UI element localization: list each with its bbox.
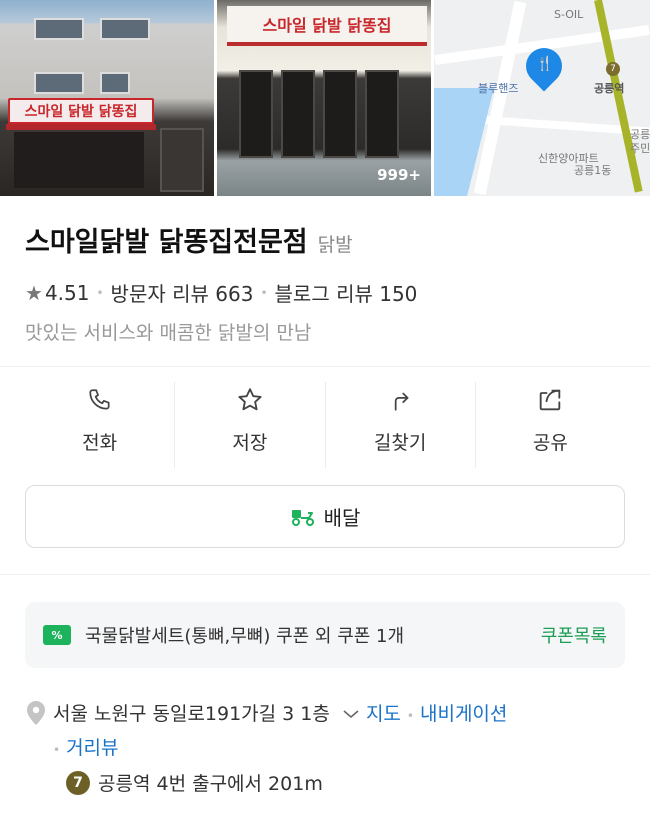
- line-7-badge: 7: [606, 62, 620, 76]
- star-rating-icon: ★: [25, 280, 43, 305]
- map-link[interactable]: 지도: [366, 703, 401, 725]
- visitor-reviews-link[interactable]: 방문자 리뷰 663: [111, 278, 254, 307]
- share-icon: [540, 389, 561, 411]
- photo-count[interactable]: 999+: [377, 166, 421, 184]
- rating-value: 4.51: [44, 280, 90, 305]
- directions-button[interactable]: 길찾기: [326, 382, 476, 468]
- separator-dot: •: [96, 285, 104, 300]
- coupon-banner[interactable]: % 국물닭발세트(통뼈,무뼈) 쿠폰 외 쿠폰 1개 쿠폰목록: [25, 602, 625, 668]
- subway-info: 7 공릉역 4번 출구에서 201m: [66, 769, 323, 796]
- storefront-photo-1[interactable]: 스마일 닭발 닭똥집: [0, 0, 214, 196]
- coupon-list-link[interactable]: 쿠폰목록: [541, 622, 607, 648]
- map-label: S-OIL: [554, 8, 584, 21]
- blog-reviews-link[interactable]: 블로그 리뷰 150: [275, 278, 418, 307]
- address-text: 서울 노원구 동일로191가길 3 1층: [53, 703, 330, 725]
- separator-dot: •: [406, 709, 414, 723]
- phone-icon: [89, 389, 110, 410]
- separator-dot: •: [260, 285, 268, 300]
- call-button[interactable]: 전화: [25, 382, 176, 468]
- coupon-tag-icon: %: [43, 625, 71, 645]
- delivery-scooter-icon: [291, 509, 314, 526]
- share-button[interactable]: 공유: [476, 382, 625, 468]
- store-sign: 스마일 닭발 닭똥집: [8, 98, 154, 124]
- place-description: 맛있는 서비스와 매콤한 닭발의 만남: [25, 322, 312, 344]
- map-label: 공릉역: [594, 82, 625, 95]
- shop-front: [14, 132, 144, 188]
- building-window: [34, 18, 84, 40]
- title-row: 스마일닭발 닭똥집전문점 닭발: [25, 220, 353, 259]
- map-label: 블루핸즈: [478, 82, 519, 95]
- section-divider: [0, 574, 650, 575]
- separator-dot: •: [53, 743, 61, 757]
- divider: [0, 366, 650, 367]
- address-block: 서울 노원구 동일로191가길 3 1층 지도 • 내비게이션 • 거리뷰: [53, 698, 507, 766]
- chevron-down-icon[interactable]: [342, 708, 360, 720]
- delivery-button[interactable]: 배달: [25, 485, 625, 548]
- place-category: 닭발: [317, 234, 353, 256]
- navigation-link[interactable]: 내비게이션: [420, 703, 507, 725]
- location-pin-icon: [27, 701, 45, 725]
- glass-door: [239, 70, 273, 158]
- save-button[interactable]: 저장: [175, 382, 326, 468]
- delivery-label: 배달: [323, 506, 361, 530]
- glass-door: [281, 70, 315, 158]
- rating-row: ★ 4.51 • 방문자 리뷰 663 • 블로그 리뷰 150: [25, 278, 417, 307]
- building-window: [34, 72, 84, 94]
- map-label: 공릉1동: [574, 164, 612, 177]
- save-label: 저장: [232, 432, 268, 454]
- glass-door: [323, 70, 357, 158]
- map-thumbnail[interactable]: S-OIL 블루핸즈 공릉역 신한양아파트 공릉1동 공릉 주민 7 🍴: [434, 0, 650, 196]
- subway-line-badge: 7: [66, 770, 90, 795]
- directions-icon: [394, 392, 409, 411]
- subway-distance: 공릉역 4번 출구에서 201m: [98, 773, 323, 795]
- action-bar: 전화 저장 길찾기 공유: [25, 382, 625, 468]
- glass-door: [365, 70, 399, 158]
- map-label: 주민: [630, 142, 650, 155]
- shop-door: [160, 128, 204, 192]
- place-name: 스마일닭발 닭똥집전문점: [25, 227, 308, 258]
- coupon-text: 국물닭발세트(통뼈,무뼈) 쿠폰 외 쿠폰 1개: [85, 626, 405, 647]
- star-icon: [238, 388, 262, 411]
- photo-strip: 스마일 닭발 닭똥집 스마일 닭발 닭똥집 999+ S-OIL 블루핸즈 공릉…: [0, 0, 650, 196]
- restaurant-icon: 🍴: [536, 56, 554, 72]
- call-label: 전화: [82, 432, 118, 454]
- building-window: [100, 72, 130, 94]
- building-window: [100, 18, 150, 40]
- street-view-link[interactable]: 거리뷰: [66, 737, 118, 759]
- share-label: 공유: [532, 432, 568, 454]
- storefront-photo-2[interactable]: 스마일 닭발 닭똥집 999+: [217, 0, 431, 196]
- directions-label: 길찾기: [373, 432, 427, 454]
- store-sign: 스마일 닭발 닭똥집: [227, 6, 427, 46]
- store-awning: [6, 124, 156, 130]
- address-row: 서울 노원구 동일로191가길 3 1층 지도 • 내비게이션 • 거리뷰: [25, 698, 625, 766]
